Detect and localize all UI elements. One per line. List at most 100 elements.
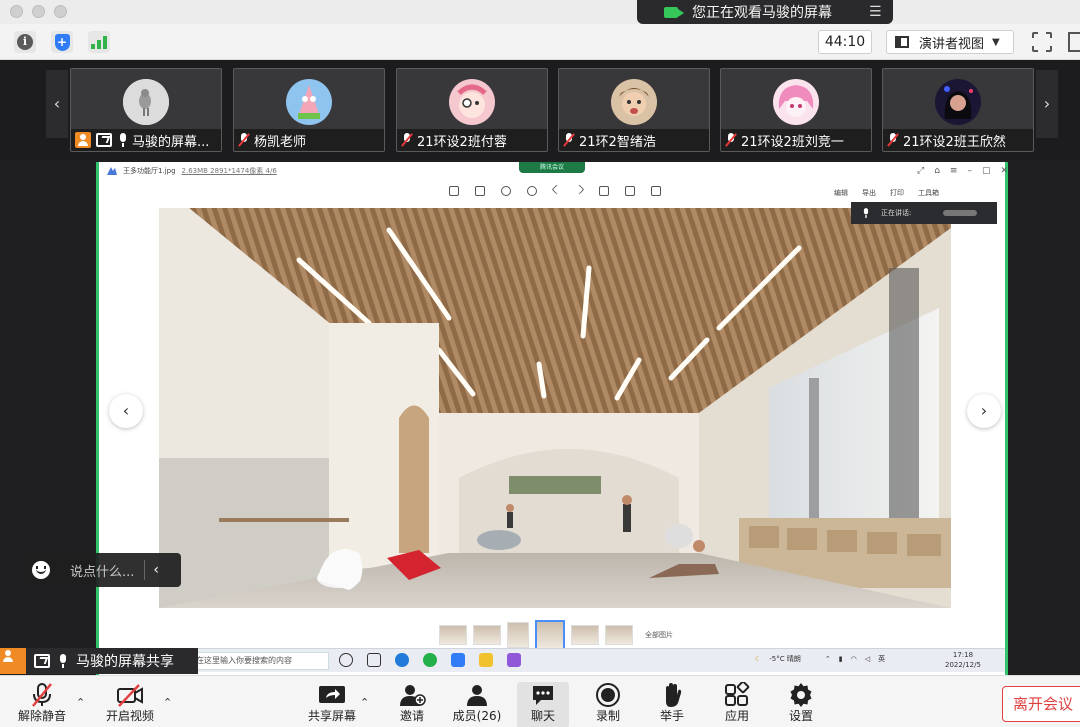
shared-screen[interactable]: 腾讯会议 王多功能厅1.jpg 2.63MB 2891*1474像素 4/6 ⤢… [96,162,1008,675]
chat-button[interactable]: 聊天 [517,682,569,727]
clock-date: 2022/12/5 [945,661,981,669]
microphone-muted-icon [401,133,413,147]
participant-tile[interactable]: 马骏的屏幕... [70,68,222,152]
rotate-icon[interactable] [599,186,609,196]
minimize-window-button[interactable] [32,5,45,18]
toolbox-button[interactable]: 工具箱 [918,188,939,198]
expand-icon[interactable]: ⤢ [917,166,924,176]
widgets-icon[interactable] [367,653,381,667]
file-meta: 2.63MB 2891*1474像素 4/6 [181,167,277,175]
prev-icon[interactable] [551,184,562,195]
view-mode-label: 演讲者视图 [919,36,985,52]
thumbnail[interactable] [439,625,467,645]
thumbnail[interactable] [473,625,501,645]
record-button[interactable]: 录制 [572,682,644,727]
thumbnail[interactable] [605,625,633,645]
file-explorer-icon[interactable] [479,653,493,667]
chat-app-icon[interactable] [423,653,437,667]
copy-icon[interactable] [625,186,635,196]
next-image-button[interactable]: › [967,394,1001,428]
members-button[interactable]: 成员(26) [441,682,513,727]
meeting-toolbar: i + 44:10 演讲者视图 ▼ [0,24,1080,60]
start-video-button[interactable]: 开启视频 [94,682,166,727]
network-status-button[interactable] [88,31,110,53]
thumbnail-selected[interactable] [535,620,565,650]
restore-icon[interactable]: ▢ [982,166,991,176]
weather-text: -5°C 晴朗 [769,655,801,663]
signal-bar-icon [91,44,95,49]
edge-icon[interactable] [395,653,409,667]
avatar [611,79,657,125]
ime-indicator[interactable]: 英 [878,654,885,664]
more-icon[interactable] [1068,32,1080,52]
clock-time: 17:18 [952,651,974,659]
viewing-banner: 您正在观看马骏的屏幕 ☰ [637,0,893,24]
chat-placeholder[interactable]: 说点什么... [70,561,134,580]
raise-hand-label: 举手 [659,709,684,723]
tray-chevron-icon[interactable]: ⌃ [825,655,831,663]
fullscreen-icon[interactable] [1031,31,1053,53]
settings-button[interactable]: 设置 [765,682,837,727]
delete-icon[interactable] [651,186,661,196]
viewer-logo-icon [107,167,117,175]
security-button[interactable]: + [51,31,73,53]
info-button[interactable]: i [14,31,36,53]
collapse-icon[interactable]: ‹ [153,562,159,578]
share-screen-button[interactable]: 共享屏幕 [296,682,368,727]
menu-icon[interactable]: ≡ [950,166,958,176]
avatar [773,79,819,125]
leave-meeting-button[interactable]: 离开会议 [1002,686,1080,722]
thumbnail[interactable] [507,622,529,648]
menu-icon[interactable]: ☰ [869,4,883,20]
chat-quick-input[interactable]: 说点什么... ‹ [24,553,181,587]
close-window-button[interactable] [10,5,23,18]
invite-icon [376,682,448,708]
print-button[interactable]: 打印 [890,188,904,198]
participant-tile[interactable]: 21环2智绪浩 [558,68,710,152]
invite-button[interactable]: 邀请 [376,682,448,727]
minimize-icon[interactable]: – [967,166,972,176]
all-images-link[interactable]: 全部图片 [645,630,673,640]
strip-prev-button[interactable]: ‹ [46,70,68,138]
thumbnail-strip: 全部图片 [439,620,673,650]
participant-tile[interactable]: 21环设2班付蓉 [396,68,548,152]
mouse-icon[interactable] [449,186,459,196]
viewer-actions: 编辑 导出 打印 工具箱 [834,188,939,198]
chevron-up-icon[interactable]: ⌃ [76,696,85,709]
close-icon[interactable]: ✕ [1000,166,1008,176]
export-button[interactable]: 导出 [862,188,876,198]
members-label: 成员(26) [452,709,502,723]
thumbnail[interactable] [571,625,599,645]
chevron-up-icon[interactable]: ⌃ [163,696,172,709]
chevron-up-icon[interactable]: ⌃ [360,696,369,709]
strip-next-button[interactable]: › [1036,70,1058,138]
task-view-icon[interactable] [339,653,353,667]
pin-icon[interactable]: ⌂ [934,166,940,176]
screen-share-icon [34,654,50,668]
view-mode-dropdown[interactable]: 演讲者视图 ▼ [886,30,1014,54]
zoom-window-button[interactable] [54,5,67,18]
taskbar-search[interactable]: 在这里输入你要搜索的内容 [189,652,329,670]
prev-image-button[interactable]: ‹ [109,394,143,428]
microphone-muted-icon [563,133,575,147]
avatar [123,79,169,125]
participant-tile[interactable]: 21环设2班王欣然 [882,68,1034,152]
image-viewer-app-icon[interactable] [507,653,521,667]
shield-icon: + [54,33,70,51]
meeting-app-icon[interactable] [451,653,465,667]
signal-bar-icon [103,36,107,49]
edit-button[interactable]: 编辑 [834,188,848,198]
emoji-icon[interactable] [32,561,50,579]
next-icon[interactable] [574,184,585,195]
participant-tile[interactable]: 21环设2班刘竞一 [720,68,872,152]
participant-tile[interactable]: 杨凯老师 [233,68,385,152]
settings-label: 设置 [788,709,813,723]
actual-size-icon[interactable] [475,186,485,196]
hand-icon [636,682,708,708]
zoom-out-icon[interactable] [527,186,537,196]
apps-button[interactable]: 应用 [701,680,773,727]
raise-hand-button[interactable]: 举手 [636,682,708,727]
unmute-button[interactable]: 解除静音 [6,682,78,727]
avatar [449,79,495,125]
zoom-in-icon[interactable] [501,186,511,196]
